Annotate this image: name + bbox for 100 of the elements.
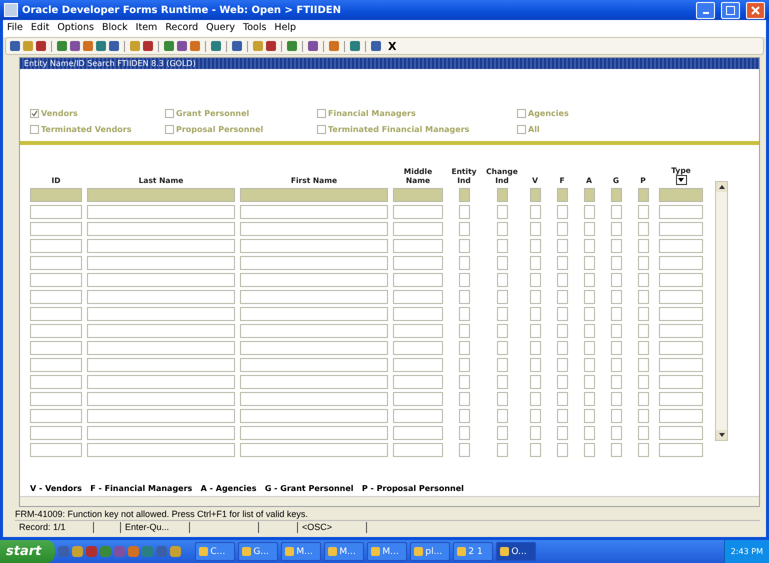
close-button[interactable] (746, 2, 765, 18)
flag-field[interactable] (556, 239, 568, 253)
input-field[interactable] (393, 443, 443, 457)
flag-field[interactable] (496, 290, 508, 304)
input-field[interactable] (240, 375, 388, 389)
input-field[interactable] (87, 239, 235, 253)
flag-field[interactable] (530, 324, 540, 338)
flag-field[interactable] (584, 341, 594, 355)
input-field[interactable] (659, 324, 703, 338)
checkbox[interactable] (317, 124, 326, 134)
flag-field[interactable] (556, 273, 568, 287)
flag-field[interactable] (638, 341, 648, 355)
flag-field[interactable] (530, 188, 540, 202)
checkbox[interactable] (517, 124, 526, 134)
input-field[interactable] (659, 375, 703, 389)
input-field[interactable] (87, 426, 235, 440)
input-field[interactable] (87, 290, 235, 304)
input-field[interactable] (30, 375, 82, 389)
input-field[interactable] (659, 290, 703, 304)
flag-field[interactable] (496, 205, 508, 219)
input-field[interactable] (240, 358, 388, 372)
input-field[interactable] (659, 222, 703, 236)
flag-field[interactable] (530, 239, 540, 253)
flag-field[interactable] (638, 256, 648, 270)
input-field[interactable] (393, 341, 443, 355)
input-field[interactable] (30, 188, 82, 202)
input-field[interactable] (240, 324, 388, 338)
flag-field[interactable] (556, 341, 568, 355)
menu-item[interactable]: Help (274, 22, 296, 35)
input-field[interactable] (393, 375, 443, 389)
flag-field[interactable] (556, 409, 568, 423)
flag-field[interactable] (610, 324, 622, 338)
input-field[interactable] (393, 222, 443, 236)
input-field[interactable] (240, 273, 388, 287)
flag-field[interactable] (496, 307, 508, 321)
flag-field[interactable] (610, 222, 622, 236)
input-field[interactable] (30, 426, 82, 440)
input-field[interactable] (30, 443, 82, 457)
flag-field[interactable] (556, 188, 568, 202)
flag-field[interactable] (638, 443, 648, 457)
taskbar-button[interactable]: O... (496, 542, 536, 561)
flag-field[interactable] (530, 443, 540, 457)
input-field[interactable] (87, 443, 235, 457)
input-field[interactable] (659, 205, 703, 219)
checkbox[interactable] (30, 108, 39, 118)
flag-field[interactable] (556, 392, 568, 406)
flag-field[interactable] (610, 307, 622, 321)
flag-field[interactable] (530, 273, 540, 287)
flag-field[interactable] (458, 290, 470, 304)
input-field[interactable] (393, 290, 443, 304)
flag-field[interactable] (584, 239, 594, 253)
flag-field[interactable] (610, 409, 622, 423)
dropdown-button[interactable] (676, 175, 686, 185)
scroll-down-icon[interactable] (718, 433, 724, 437)
flag-field[interactable] (496, 409, 508, 423)
input-field[interactable] (393, 273, 443, 287)
input-field[interactable] (30, 324, 82, 338)
flag-field[interactable] (584, 324, 594, 338)
flag-field[interactable] (530, 426, 540, 440)
menu-item[interactable]: Record (165, 22, 198, 35)
flag-field[interactable] (496, 273, 508, 287)
input-field[interactable] (30, 392, 82, 406)
flag-field[interactable] (584, 188, 594, 202)
flag-field[interactable] (610, 188, 622, 202)
input-field[interactable] (30, 273, 82, 287)
menu-item[interactable]: Item (136, 22, 158, 35)
flag-field[interactable] (496, 443, 508, 457)
input-field[interactable] (240, 188, 388, 202)
flag-field[interactable] (584, 375, 594, 389)
flag-field[interactable] (584, 273, 594, 287)
toolbar-icon[interactable] (308, 41, 318, 51)
input-field[interactable] (87, 222, 235, 236)
input-field[interactable] (659, 273, 703, 287)
flag-field[interactable] (530, 290, 540, 304)
input-field[interactable] (659, 392, 703, 406)
menu-item[interactable]: Block (102, 22, 128, 35)
input-field[interactable] (87, 273, 235, 287)
flag-field[interactable] (610, 426, 622, 440)
input-field[interactable] (30, 358, 82, 372)
flag-field[interactable] (458, 409, 470, 423)
flag-field[interactable] (530, 341, 540, 355)
flag-field[interactable] (584, 222, 594, 236)
flag-field[interactable] (458, 426, 470, 440)
input-field[interactable] (30, 239, 82, 253)
flag-field[interactable] (556, 290, 568, 304)
flag-field[interactable] (638, 324, 648, 338)
flag-field[interactable] (556, 324, 568, 338)
input-field[interactable] (659, 443, 703, 457)
flag-field[interactable] (638, 239, 648, 253)
flag-field[interactable] (584, 290, 594, 304)
input-field[interactable] (393, 256, 443, 270)
flag-field[interactable] (458, 205, 470, 219)
flag-field[interactable] (584, 426, 594, 440)
input-field[interactable] (240, 392, 388, 406)
flag-field[interactable] (638, 222, 648, 236)
input-field[interactable] (240, 256, 388, 270)
toolbar-icon[interactable] (350, 41, 360, 51)
flag-field[interactable] (556, 256, 568, 270)
input-field[interactable] (87, 188, 235, 202)
flag-field[interactable] (496, 392, 508, 406)
